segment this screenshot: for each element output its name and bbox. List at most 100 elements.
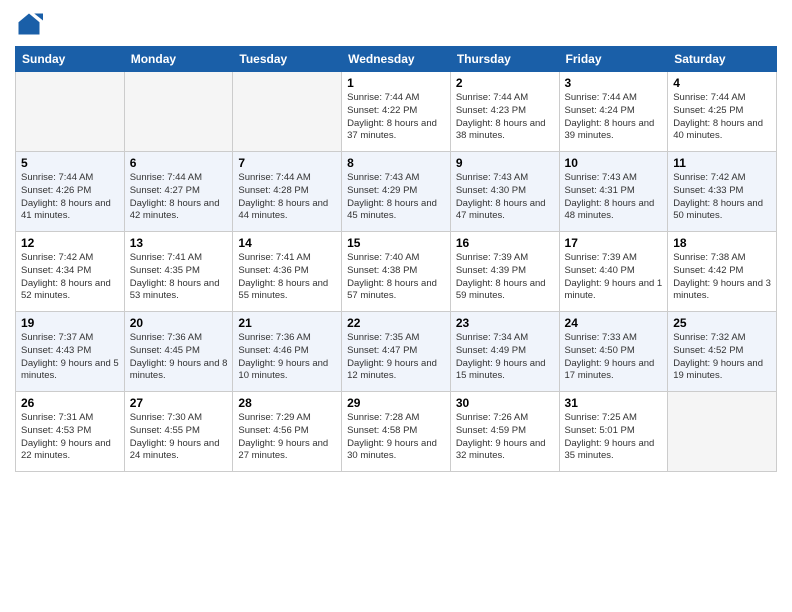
- day-info: Sunrise: 7:43 AM Sunset: 4:29 PM Dayligh…: [347, 172, 445, 223]
- day-number: 14: [238, 236, 336, 250]
- day-number: 17: [565, 236, 663, 250]
- weekday-header: Saturday: [668, 47, 777, 72]
- day-number: 12: [21, 236, 119, 250]
- day-info: Sunrise: 7:33 AM Sunset: 4:50 PM Dayligh…: [565, 332, 663, 383]
- day-info: Sunrise: 7:28 AM Sunset: 4:58 PM Dayligh…: [347, 412, 445, 463]
- day-info: Sunrise: 7:44 AM Sunset: 4:26 PM Dayligh…: [21, 172, 119, 223]
- day-info: Sunrise: 7:44 AM Sunset: 4:22 PM Dayligh…: [347, 92, 445, 143]
- calendar-week-row: 26 Sunrise: 7:31 AM Sunset: 4:53 PM Dayli…: [16, 392, 777, 472]
- day-number: 13: [130, 236, 228, 250]
- calendar-day-cell: 3Sunrise: 7:44 AM Sunset: 4:24 PM Daylig…: [559, 72, 668, 152]
- weekday-header: Tuesday: [233, 47, 342, 72]
- day-number: 28: [238, 396, 336, 410]
- day-info: Sunrise: 7:43 AM Sunset: 4:30 PM Dayligh…: [456, 172, 554, 223]
- day-info: Sunrise: 7:29 AM Sunset: 4:56 PM Dayligh…: [238, 412, 336, 463]
- day-number: 10: [565, 156, 663, 170]
- day-number: 8: [347, 156, 445, 170]
- day-info: Sunrise: 7:41 AM Sunset: 4:36 PM Dayligh…: [238, 252, 336, 303]
- weekday-header: Friday: [559, 47, 668, 72]
- calendar-day-cell: 1 Sunrise: 7:44 AM Sunset: 4:22 PM Daylig…: [342, 72, 451, 152]
- day-info: Sunrise: 7:44 AM Sunset: 4:25 PM Dayligh…: [673, 92, 771, 143]
- day-number: 26: [21, 396, 119, 410]
- calendar-day-cell: 11Sunrise: 7:42 AM Sunset: 4:33 PM Dayli…: [668, 152, 777, 232]
- day-number: 3: [565, 76, 663, 90]
- day-info: Sunrise: 7:41 AM Sunset: 4:35 PM Dayligh…: [130, 252, 228, 303]
- day-info: Sunrise: 7:44 AM Sunset: 4:28 PM Dayligh…: [238, 172, 336, 223]
- day-info: Sunrise: 7:44 AM Sunset: 4:23 PM Dayligh…: [456, 92, 554, 143]
- calendar-day-cell: [668, 392, 777, 472]
- page-header: [15, 10, 777, 38]
- day-info: Sunrise: 7:31 AM Sunset: 4:53 PM Dayligh…: [21, 412, 119, 463]
- day-info: Sunrise: 7:40 AM Sunset: 4:38 PM Dayligh…: [347, 252, 445, 303]
- day-number: 22: [347, 316, 445, 330]
- day-info: Sunrise: 7:39 AM Sunset: 4:39 PM Dayligh…: [456, 252, 554, 303]
- weekday-header: Thursday: [450, 47, 559, 72]
- day-number: 11: [673, 156, 771, 170]
- day-number: 23: [456, 316, 554, 330]
- day-number: 9: [456, 156, 554, 170]
- calendar-day-cell: 4Sunrise: 7:44 AM Sunset: 4:25 PM Daylig…: [668, 72, 777, 152]
- day-info: Sunrise: 7:30 AM Sunset: 4:55 PM Dayligh…: [130, 412, 228, 463]
- calendar-day-cell: 13 Sunrise: 7:41 AM Sunset: 4:35 PM Dayli…: [124, 232, 233, 312]
- calendar-day-cell: 12 Sunrise: 7:42 AM Sunset: 4:34 PM Dayli…: [16, 232, 125, 312]
- day-info: Sunrise: 7:35 AM Sunset: 4:47 PM Dayligh…: [347, 332, 445, 383]
- calendar-day-cell: [16, 72, 125, 152]
- day-number: 31: [565, 396, 663, 410]
- day-info: Sunrise: 7:43 AM Sunset: 4:31 PM Dayligh…: [565, 172, 663, 223]
- calendar-day-cell: 8 Sunrise: 7:43 AM Sunset: 4:29 PM Daylig…: [342, 152, 451, 232]
- day-number: 1: [347, 76, 445, 90]
- day-number: 30: [456, 396, 554, 410]
- day-info: Sunrise: 7:39 AM Sunset: 4:40 PM Dayligh…: [565, 252, 663, 303]
- day-number: 21: [238, 316, 336, 330]
- calendar-day-cell: [124, 72, 233, 152]
- calendar-table: SundayMondayTuesdayWednesdayThursdayFrid…: [15, 46, 777, 472]
- day-number: 25: [673, 316, 771, 330]
- calendar-day-cell: 18 Sunrise: 7:38 AM Sunset: 4:42 PM Dayli…: [668, 232, 777, 312]
- day-number: 15: [347, 236, 445, 250]
- calendar-day-cell: 6Sunrise: 7:44 AM Sunset: 4:27 PM Daylig…: [124, 152, 233, 232]
- day-info: Sunrise: 7:38 AM Sunset: 4:42 PM Dayligh…: [673, 252, 771, 303]
- calendar-day-cell: 16 Sunrise: 7:39 AM Sunset: 4:39 PM Dayli…: [450, 232, 559, 312]
- logo-icon: [15, 10, 43, 38]
- day-info: Sunrise: 7:34 AM Sunset: 4:49 PM Dayligh…: [456, 332, 554, 383]
- day-info: Sunrise: 7:25 AM Sunset: 5:01 PM Dayligh…: [565, 412, 663, 463]
- calendar-day-cell: 30 Sunrise: 7:26 AM Sunset: 4:59 PM Dayli…: [450, 392, 559, 472]
- day-number: 18: [673, 236, 771, 250]
- calendar-day-cell: 19 Sunrise: 7:37 AM Sunset: 4:43 PM Dayli…: [16, 312, 125, 392]
- day-number: 20: [130, 316, 228, 330]
- day-number: 19: [21, 316, 119, 330]
- day-number: 16: [456, 236, 554, 250]
- calendar-header-row: SundayMondayTuesdayWednesdayThursdayFrid…: [16, 47, 777, 72]
- day-info: Sunrise: 7:32 AM Sunset: 4:52 PM Dayligh…: [673, 332, 771, 383]
- weekday-header: Monday: [124, 47, 233, 72]
- calendar-day-cell: 9 Sunrise: 7:43 AM Sunset: 4:30 PM Daylig…: [450, 152, 559, 232]
- calendar-day-cell: 20 Sunrise: 7:36 AM Sunset: 4:45 PM Dayli…: [124, 312, 233, 392]
- weekday-header: Sunday: [16, 47, 125, 72]
- calendar-day-cell: 25 Sunrise: 7:32 AM Sunset: 4:52 PM Dayli…: [668, 312, 777, 392]
- calendar-day-cell: 17 Sunrise: 7:39 AM Sunset: 4:40 PM Dayli…: [559, 232, 668, 312]
- day-number: 29: [347, 396, 445, 410]
- day-info: Sunrise: 7:36 AM Sunset: 4:45 PM Dayligh…: [130, 332, 228, 383]
- logo: [15, 10, 47, 38]
- day-info: Sunrise: 7:26 AM Sunset: 4:59 PM Dayligh…: [456, 412, 554, 463]
- day-info: Sunrise: 7:44 AM Sunset: 4:27 PM Dayligh…: [130, 172, 228, 223]
- calendar-day-cell: 22 Sunrise: 7:35 AM Sunset: 4:47 PM Dayli…: [342, 312, 451, 392]
- calendar-week-row: 1 Sunrise: 7:44 AM Sunset: 4:22 PM Daylig…: [16, 72, 777, 152]
- calendar-day-cell: 21Sunrise: 7:36 AM Sunset: 4:46 PM Dayli…: [233, 312, 342, 392]
- calendar-day-cell: 26 Sunrise: 7:31 AM Sunset: 4:53 PM Dayli…: [16, 392, 125, 472]
- calendar-day-cell: 27 Sunrise: 7:30 AM Sunset: 4:55 PM Dayli…: [124, 392, 233, 472]
- calendar-day-cell: 14 Sunrise: 7:41 AM Sunset: 4:36 PM Dayli…: [233, 232, 342, 312]
- day-number: 27: [130, 396, 228, 410]
- day-info: Sunrise: 7:42 AM Sunset: 4:34 PM Dayligh…: [21, 252, 119, 303]
- day-number: 5: [21, 156, 119, 170]
- calendar-day-cell: 5 Sunrise: 7:44 AM Sunset: 4:26 PM Daylig…: [16, 152, 125, 232]
- day-number: 2: [456, 76, 554, 90]
- day-info: Sunrise: 7:37 AM Sunset: 4:43 PM Dayligh…: [21, 332, 119, 383]
- day-number: 24: [565, 316, 663, 330]
- calendar-week-row: 5 Sunrise: 7:44 AM Sunset: 4:26 PM Daylig…: [16, 152, 777, 232]
- calendar-day-cell: 7 Sunrise: 7:44 AM Sunset: 4:28 PM Daylig…: [233, 152, 342, 232]
- calendar-day-cell: 2 Sunrise: 7:44 AM Sunset: 4:23 PM Daylig…: [450, 72, 559, 152]
- calendar-day-cell: [233, 72, 342, 152]
- calendar-day-cell: 23 Sunrise: 7:34 AM Sunset: 4:49 PM Dayli…: [450, 312, 559, 392]
- day-number: 7: [238, 156, 336, 170]
